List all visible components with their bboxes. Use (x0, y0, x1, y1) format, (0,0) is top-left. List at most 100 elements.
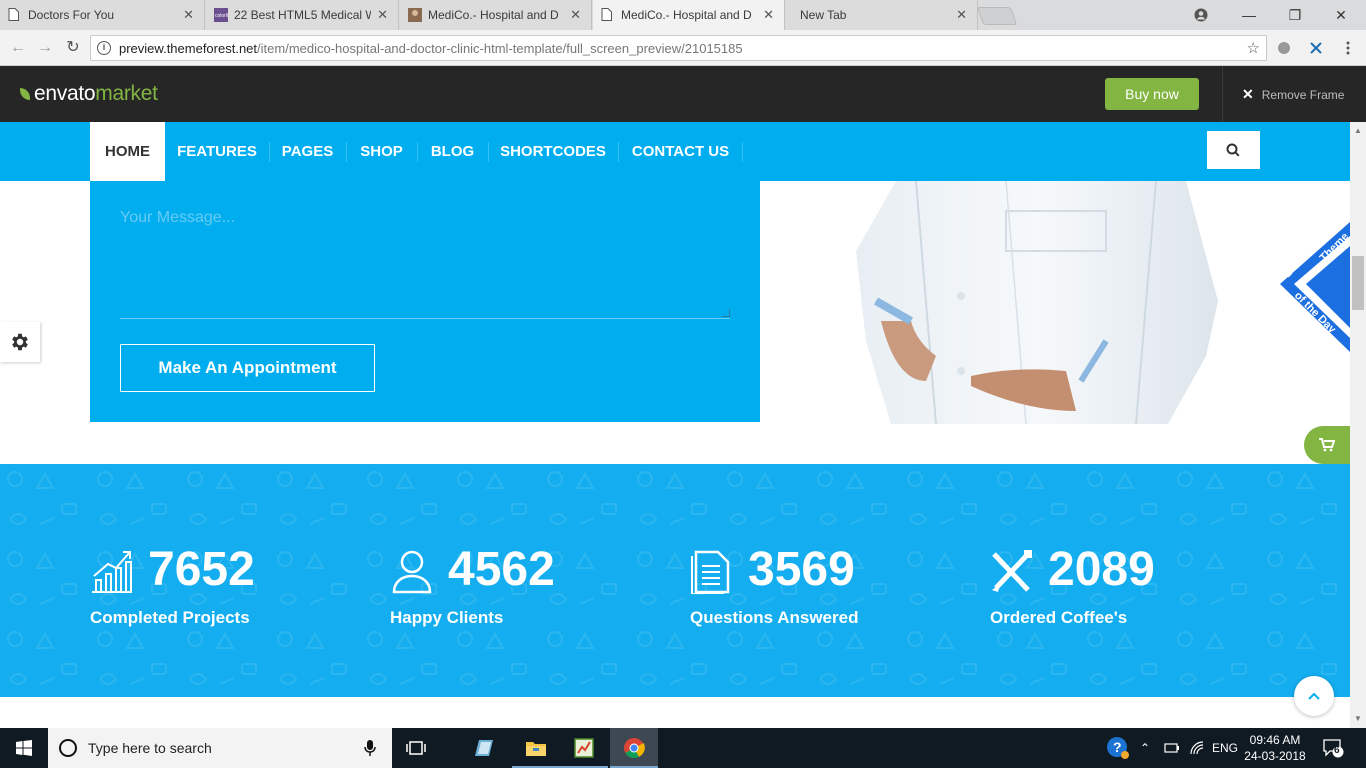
nav-shop[interactable]: SHOP (356, 122, 407, 181)
message-textarea[interactable]: Your Message... (120, 209, 235, 227)
stat-label: Ordered Coffee's (990, 608, 1128, 627)
nav-blog[interactable]: BLOG (427, 122, 478, 181)
tab-title: MediCo.- Hospital and D (621, 8, 752, 22)
envato-leaf-icon (20, 88, 30, 100)
notifications-icon[interactable]: 6 (1322, 728, 1344, 768)
app-icon[interactable] (462, 728, 510, 768)
make-appointment-button[interactable]: Make An Appointment (120, 344, 375, 392)
back-to-top-button[interactable] (1294, 676, 1334, 716)
windows-logo-icon (16, 740, 32, 756)
close-icon[interactable]: ✕ (763, 7, 774, 23)
close-icon[interactable]: ✕ (183, 7, 194, 23)
forward-icon[interactable]: → (35, 38, 55, 58)
logo-market-text: market (95, 82, 158, 105)
microphone-icon[interactable] (364, 739, 376, 757)
address-bar[interactable]: i preview.themeforest.net/item/medico-ho… (90, 35, 1267, 61)
extension-icon[interactable] (1276, 40, 1292, 56)
close-icon[interactable]: ✕ (570, 7, 581, 23)
browser-tab[interactable]: Doctors For You ✕ (0, 0, 205, 30)
resize-handle[interactable] (722, 309, 730, 317)
cart-icon (1319, 438, 1335, 452)
stat-label: Completed Projects (90, 608, 250, 627)
page-scrollbar[interactable]: ▲ ▼ (1350, 122, 1366, 728)
nav-features[interactable]: FEATURES (175, 122, 259, 181)
search-button[interactable] (1207, 131, 1260, 169)
remove-frame-button[interactable]: ✕ Remove Frame (1242, 86, 1344, 103)
nav-divider (742, 142, 743, 162)
nav-divider (488, 142, 489, 162)
bookmark-star-icon[interactable]: ☆ (1247, 39, 1260, 57)
file-explorer-icon[interactable] (512, 728, 560, 768)
page-icon (601, 8, 613, 22)
battery-icon[interactable] (1164, 728, 1180, 768)
scroll-up-icon[interactable]: ▲ (1354, 126, 1362, 135)
nav-shortcodes[interactable]: SHORTCODES (498, 122, 608, 181)
wifi-icon[interactable] (1190, 728, 1204, 768)
notification-count: 6 (1334, 745, 1340, 756)
task-view-icon[interactable] (392, 728, 440, 768)
scroll-thumb[interactable] (1352, 256, 1364, 310)
stat-number: 4562 (448, 543, 555, 596)
remove-frame-label: Remove Frame (1261, 88, 1345, 102)
divider (1222, 66, 1223, 122)
start-button[interactable] (0, 728, 48, 768)
tab-title: 22 Best HTML5 Medical W (234, 8, 372, 22)
nav-contact-us[interactable]: CONTACT US (628, 122, 733, 181)
theme-of-the-day-badge[interactable]: Theme of the Day DV (1276, 222, 1350, 352)
taskbar-search[interactable]: Type here to search (48, 728, 392, 768)
url-host: preview.themeforest.net (119, 41, 258, 56)
restore-icon[interactable]: ❐ (1272, 0, 1318, 30)
profile-icon[interactable] (1178, 0, 1224, 30)
close-window-icon[interactable]: ✕ (1318, 0, 1364, 30)
tools-icon (992, 550, 1032, 592)
browser-tabstrip: Doctors For You ✕ colorlib 22 Best HTML5… (0, 0, 1366, 30)
back-icon[interactable]: ← (8, 38, 28, 58)
chart-icon (92, 551, 132, 593)
svg-text:colorlib: colorlib (215, 13, 228, 19)
textarea-border (120, 318, 730, 319)
tab-title: MediCo.- Hospital and D (428, 8, 559, 22)
cortana-icon (59, 739, 77, 757)
browser-toolbar: ← → ↻ i preview.themeforest.net/item/med… (0, 30, 1366, 66)
reload-icon[interactable]: ↻ (63, 38, 83, 58)
browser-tab[interactable]: MediCo.- Hospital and D ✕ (400, 0, 592, 30)
help-icon[interactable]: ? (1106, 728, 1130, 768)
language-indicator[interactable]: ENG (1212, 728, 1238, 768)
tab-title: Doctors For You (28, 8, 115, 22)
document-icon (691, 550, 730, 594)
system-clock[interactable]: 09:46 AM 24-03-2018 (1244, 732, 1306, 764)
search-icon (1226, 143, 1240, 157)
search-placeholder: Type here to search (88, 740, 212, 756)
stat-number: 7652 (148, 543, 255, 596)
site-favicon-icon: colorlib (214, 8, 228, 22)
nav-divider (269, 142, 270, 162)
main-nav: HOME FEATURES PAGES SHOP BLOG SHORTCODES… (0, 122, 1350, 181)
scroll-down-icon[interactable]: ▼ (1354, 714, 1362, 723)
browser-tab-active[interactable]: MediCo.- Hospital and D ✕ (593, 0, 785, 30)
browser-tab[interactable]: colorlib 22 Best HTML5 Medical W ✕ (206, 0, 399, 30)
tab-title: New Tab (800, 8, 847, 22)
cart-button[interactable] (1304, 426, 1350, 464)
minimize-icon[interactable]: — (1226, 0, 1272, 30)
settings-gear-button[interactable] (0, 322, 40, 362)
screen: Doctors For You ✕ colorlib 22 Best HTML5… (0, 0, 1366, 768)
appointment-form: Your Message... Make An Appointment (90, 181, 760, 422)
chevron-up-icon[interactable]: ⌃ (1140, 728, 1150, 768)
extension-icon[interactable] (1308, 40, 1324, 56)
info-icon[interactable]: i (97, 41, 111, 55)
doctor-image (856, 181, 1218, 424)
browser-tab[interactable]: New Tab ✕ (786, 0, 978, 30)
close-icon[interactable]: ✕ (377, 7, 388, 23)
nav-home[interactable]: HOME (90, 122, 165, 181)
url-text[interactable]: preview.themeforest.net/item/medico-hosp… (119, 41, 743, 56)
new-tab-button[interactable] (976, 7, 1018, 25)
user-icon (392, 550, 432, 594)
envato-bar: envatomarket Buy now ✕ Remove Frame (0, 66, 1366, 122)
buy-now-button[interactable]: Buy now (1105, 78, 1199, 110)
menu-icon[interactable] (1340, 40, 1356, 56)
close-icon[interactable]: ✕ (956, 7, 967, 23)
chrome-icon[interactable] (610, 728, 658, 768)
spreadsheet-app-icon[interactable] (560, 728, 608, 768)
envato-logo[interactable]: envatomarket (34, 82, 158, 106)
nav-pages[interactable]: PAGES (279, 122, 336, 181)
